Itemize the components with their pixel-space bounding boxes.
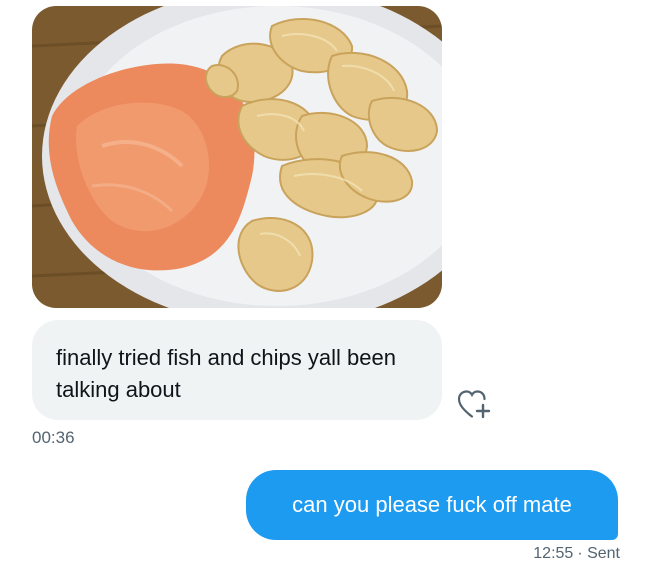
sent-message-bubble[interactable]: can you please fuck off mate	[246, 470, 618, 540]
received-timestamp: 00:36	[32, 428, 75, 447]
heart-plus-icon[interactable]	[456, 388, 492, 420]
fish-and-chips-image	[32, 6, 442, 308]
sent-message-meta: 12:55 · Sent	[533, 545, 620, 563]
received-message-text: finally tried fish and chips yall been t…	[56, 345, 396, 402]
sent-status: · Sent	[577, 545, 620, 562]
sent-timestamp: 12:55	[533, 545, 574, 562]
received-message-bubble[interactable]: finally tried fish and chips yall been t…	[32, 320, 442, 420]
message-photo[interactable]	[32, 6, 442, 308]
sent-message-text: can you please fuck off mate	[292, 492, 572, 517]
